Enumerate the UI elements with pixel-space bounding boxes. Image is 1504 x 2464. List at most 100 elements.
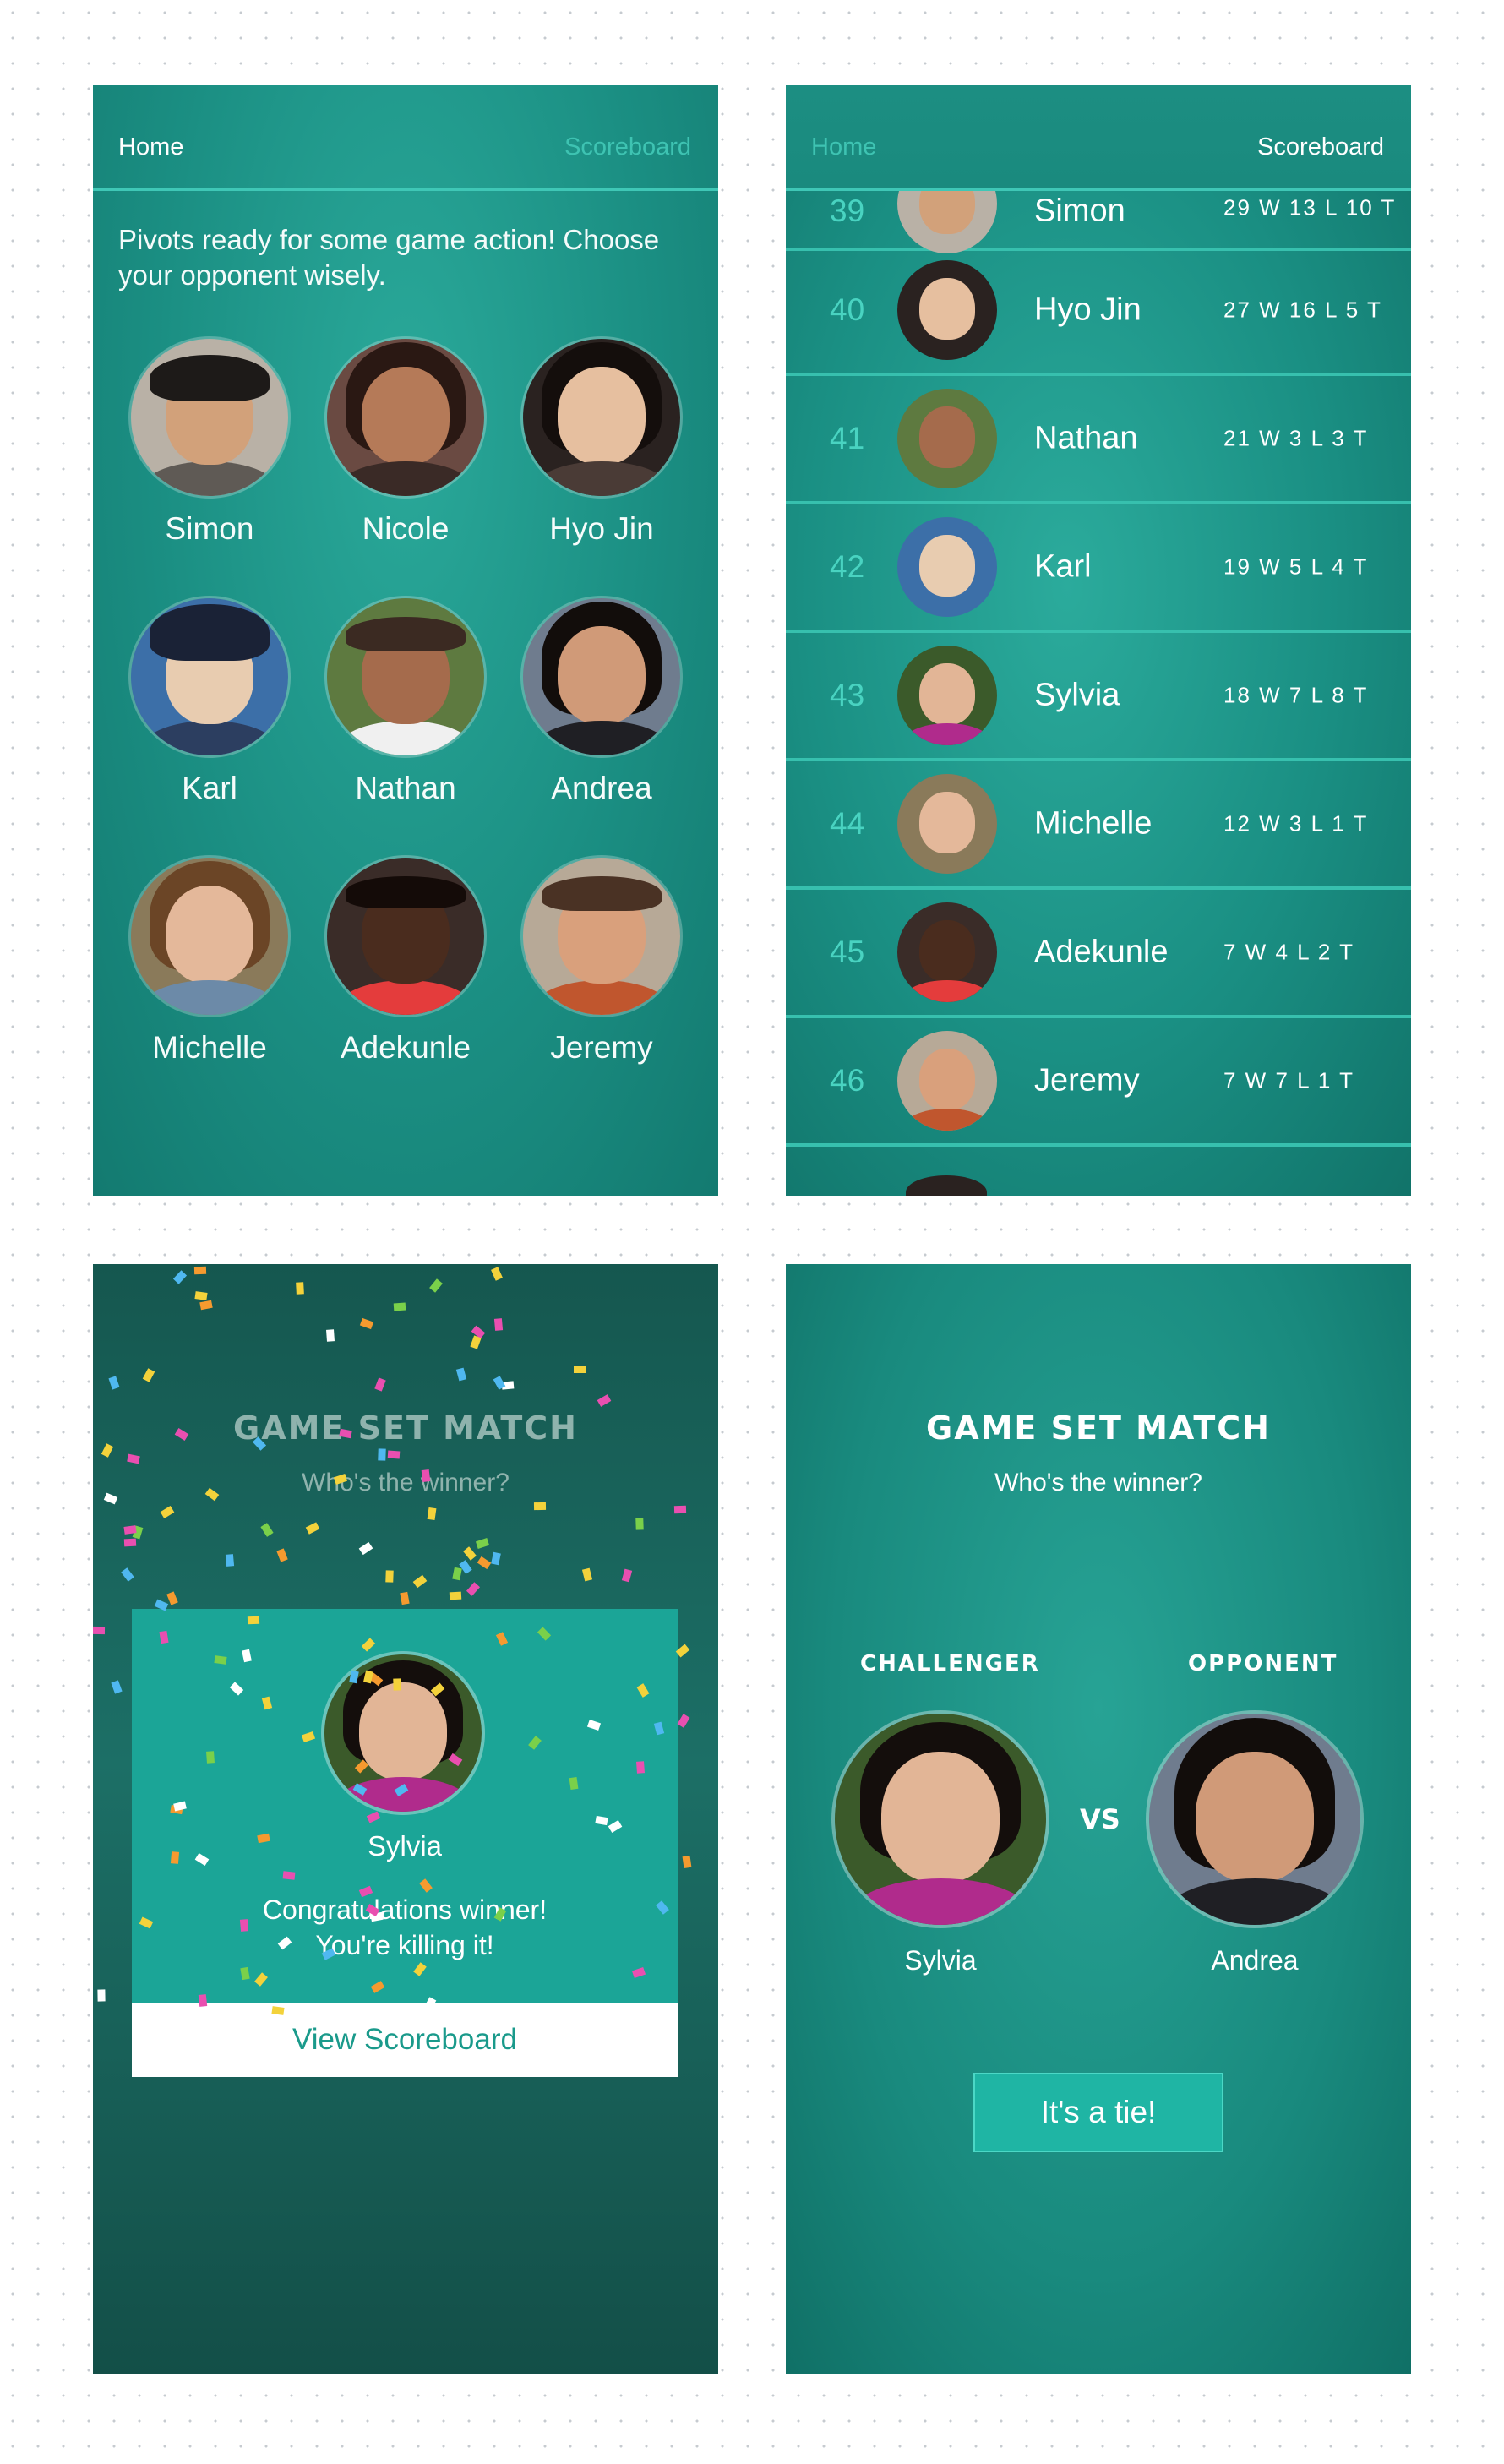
confetti-piece <box>172 1270 188 1284</box>
confetti-piece <box>387 1450 401 1459</box>
confetti-piece <box>199 1300 213 1311</box>
confetti-piece <box>271 2006 285 2015</box>
confetti-piece <box>491 1551 501 1566</box>
confetti-piece <box>635 1518 644 1530</box>
player-record: 12 W 3 L 1 T <box>1223 810 1369 837</box>
confetti-piece <box>358 1541 373 1556</box>
confetti-piece <box>166 1591 178 1605</box>
opponent-card-andrea[interactable]: Andrea <box>500 598 703 806</box>
avatar <box>897 389 997 488</box>
confetti-piece <box>378 1448 386 1461</box>
confetti-piece <box>93 1626 106 1635</box>
confetti-piece <box>170 1851 180 1864</box>
avatar <box>131 339 288 496</box>
vs-label: VS <box>1080 1803 1120 1835</box>
opponent-name: Andrea <box>1211 1945 1299 1976</box>
confetti-piece <box>225 1554 235 1567</box>
confetti-piece <box>214 1655 227 1665</box>
confetti-piece <box>621 1568 633 1583</box>
nav-home-tab[interactable]: Home <box>118 134 183 161</box>
confetti-piece <box>127 1453 140 1464</box>
scoreboard-row[interactable]: 44 Michelle 12 W 3 L 1 T <box>786 761 1411 890</box>
challenger-avatar[interactable] <box>835 1714 1046 1925</box>
confetti-piece <box>427 1507 437 1521</box>
rank-number: 46 <box>830 1063 865 1098</box>
player-name: Hyo Jin <box>1034 292 1142 328</box>
subtitle: Who's the winner? <box>994 1469 1202 1496</box>
player-name: Jeremy <box>1034 1062 1140 1098</box>
confetti-piece <box>673 1505 687 1514</box>
opponent-card-karl[interactable]: Karl <box>108 598 311 806</box>
opponent-card-jeremy[interactable]: Jeremy <box>500 858 703 1066</box>
opponent-card-adekunle[interactable]: Adekunle <box>304 858 507 1066</box>
confetti-piece <box>194 1291 208 1300</box>
rank-number: 43 <box>830 678 865 712</box>
confetti-piece <box>463 1546 477 1561</box>
nav-home-tab[interactable]: Home <box>811 134 876 161</box>
confetti-piece <box>296 1282 304 1295</box>
confetti-piece <box>475 1538 490 1549</box>
confetti-piece <box>455 1367 467 1382</box>
player-record: 7 W 7 L 1 T <box>1223 1067 1354 1093</box>
opponent-card-michelle[interactable]: Michelle <box>108 858 311 1066</box>
confetti-piece <box>452 1567 462 1581</box>
player-record: 7 W 4 L 2 T <box>1223 939 1354 965</box>
confetti-piece <box>677 1714 690 1728</box>
opponent-card-nicole[interactable]: Nicole <box>304 339 507 547</box>
confetti-piece <box>412 1574 428 1589</box>
confetti-piece <box>491 1267 503 1281</box>
confetti-piece <box>97 1989 106 2002</box>
view-scoreboard-button[interactable]: View Scoreboard <box>132 2003 678 2077</box>
confetti-piece <box>160 1506 175 1518</box>
avatar <box>327 598 484 755</box>
opponent-name: Hyo Jin <box>549 511 654 546</box>
scoreboard-row[interactable]: 41 Nathan 21 W 3 L 3 T <box>786 376 1411 504</box>
scoreboard-row[interactable]: 43 Sylvia 18 W 7 L 8 T <box>786 633 1411 761</box>
winner-screen: GAME SET MATCH Who's the winner? Sylvia … <box>93 1264 718 2374</box>
opponent-name: Nathan <box>355 771 456 805</box>
confetti-piece <box>326 1329 335 1342</box>
confetti-piece <box>675 1644 690 1658</box>
confetti-piece <box>359 1317 374 1330</box>
opponent-avatar[interactable] <box>1149 1714 1360 1925</box>
avatar <box>327 858 484 1015</box>
player-name: Sylvia <box>1034 677 1120 713</box>
opponent-name: Nicole <box>362 511 450 546</box>
scoreboard-row[interactable]: 40 Hyo Jin 27 W 16 L 5 T <box>786 248 1411 376</box>
confetti-piece <box>597 1394 612 1407</box>
game-set-match-title: GAME SET MATCH <box>926 1409 1271 1447</box>
scoreboard-row[interactable]: 45 Adekunle 7 W 4 L 2 T <box>786 890 1411 1018</box>
player-record: 29 W 13 L 10 T <box>1223 194 1397 221</box>
scoreboard-row[interactable]: 42 Karl 19 W 5 L 4 T <box>786 504 1411 633</box>
winner-card: Sylvia Congratulations winner! You're ki… <box>132 1609 678 2003</box>
opponent-card-hyojin[interactable]: Hyo Jin <box>500 339 703 547</box>
confetti-piece <box>276 1548 288 1562</box>
rank-number: 40 <box>830 292 865 327</box>
player-name: Nathan <box>1034 420 1138 456</box>
avatar <box>897 1031 997 1131</box>
confetti-piece <box>574 1366 586 1373</box>
nav-scoreboard-tab[interactable]: Scoreboard <box>1257 134 1384 161</box>
avatar <box>523 858 680 1015</box>
player-record: 27 W 16 L 5 T <box>1223 297 1382 323</box>
game-set-match-title: GAME SET MATCH <box>233 1409 578 1447</box>
winner-name: Sylvia <box>367 1830 443 1862</box>
confetti-piece <box>198 1994 208 2007</box>
confetti-piece <box>121 1567 134 1582</box>
confetti-piece <box>247 1616 260 1625</box>
confetti-piece <box>142 1368 155 1382</box>
avatar <box>131 858 288 1015</box>
rank-number: 39 <box>830 194 865 229</box>
opponent-card-simon[interactable]: Simon <box>108 339 311 547</box>
confetti-piece <box>393 1678 401 1691</box>
challenger-label: CHALLENGER <box>860 1651 1040 1676</box>
nav-scoreboard-tab[interactable]: Scoreboard <box>564 134 691 161</box>
scoreboard-screen: 39 Simon 29 W 13 L 10 T 40 Hyo Jin 27 W … <box>786 85 1411 1196</box>
confetti-piece <box>260 1523 274 1537</box>
tie-button[interactable]: It's a tie! <box>973 2073 1223 2152</box>
opponent-card-nathan[interactable]: Nathan <box>304 598 507 806</box>
rank-number: 41 <box>830 421 865 455</box>
player-name: Simon <box>1034 193 1125 229</box>
scoreboard-row[interactable]: 46 Jeremy 7 W 7 L 1 T <box>786 1018 1411 1147</box>
opponent-name: Simon <box>165 511 254 546</box>
